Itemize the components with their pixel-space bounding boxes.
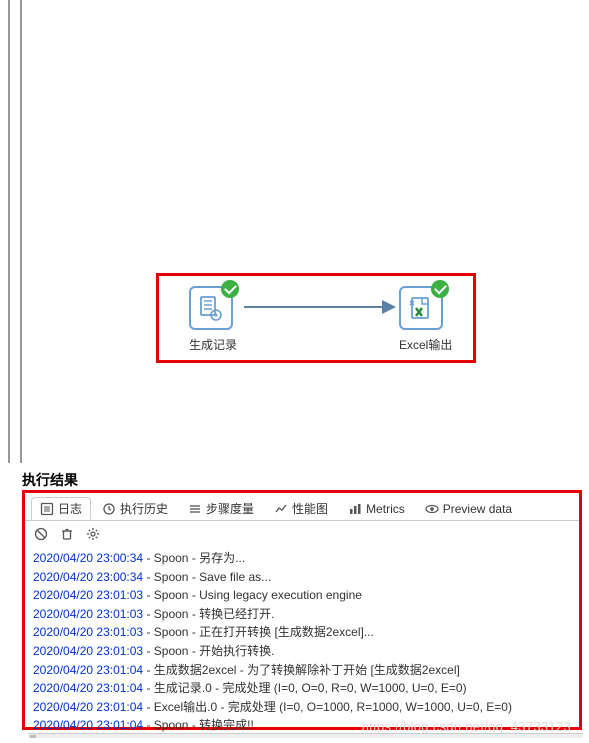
log-message: Excel输出.0 - 完成处理 (I=0, O=1000, R=1000, W… [154, 700, 512, 714]
settings-button[interactable] [85, 526, 101, 542]
log-timestamp: 2020/04/20 23:01:03 [33, 625, 143, 639]
clear-button[interactable] [59, 526, 75, 542]
eye-icon [425, 502, 439, 516]
log-message: 生成记录.0 - 完成处理 (I=0, O=0, R=0, W=1000, U=… [154, 681, 467, 695]
log-timestamp: 2020/04/20 23:01:04 [33, 718, 143, 732]
transformation-canvas[interactable]: 生成记录 Excel输出 [28, 0, 583, 463]
log-timestamp: 2020/04/20 23:01:04 [33, 700, 143, 714]
tab-label: 执行历史 [120, 500, 168, 517]
node-label: 生成记录 [189, 336, 237, 353]
log-timestamp: 2020/04/20 23:01:03 [33, 588, 143, 602]
tab-performance[interactable]: 性能图 [265, 497, 337, 520]
log-icon [40, 502, 54, 516]
tab-step-metrics[interactable]: 步骤度量 [179, 497, 263, 520]
log-timestamp: 2020/04/20 23:01:03 [33, 644, 143, 658]
node-generate-records[interactable]: 生成记录 [189, 286, 237, 353]
log-message: Spoon - 另存为... [154, 551, 245, 565]
tab-label: 步骤度量 [206, 500, 254, 517]
log-line: 2020/04/20 23:00:34 - Spoon - 另存为... [33, 549, 571, 568]
log-toolbar [25, 521, 579, 547]
results-tabs: 日志 执行历史 步骤度量 性能图 Metrics [25, 493, 579, 521]
list-icon [188, 502, 202, 516]
tab-label: 性能图 [292, 500, 328, 517]
chart-icon [274, 502, 288, 516]
log-line: 2020/04/20 23:01:03 - Spoon - 正在打开转换 [生成… [33, 623, 571, 642]
log-timestamp: 2020/04/20 23:01:04 [33, 663, 143, 677]
tab-preview-data[interactable]: Preview data [416, 499, 521, 519]
log-message: Spoon - 开始执行转换. [154, 644, 275, 658]
tab-label: Preview data [443, 502, 512, 516]
log-line: 2020/04/20 23:01:04 - Excel输出.0 - 完成处理 (… [33, 698, 571, 717]
flow-highlight-box: 生成记录 Excel输出 [156, 273, 476, 363]
watermark: https://blog.csdn.net/qq_43733123 [362, 719, 571, 734]
flow-arrow [244, 306, 394, 308]
execution-results-panel: 日志 执行历史 步骤度量 性能图 Metrics [22, 490, 582, 730]
tab-label: 日志 [58, 500, 82, 517]
node-label: Excel输出 [399, 336, 452, 353]
log-message: Spoon - Using legacy execution engine [154, 588, 362, 602]
excel-output-icon [408, 295, 434, 321]
log-line: 2020/04/20 23:01:04 - 生成记录.0 - 完成处理 (I=0… [33, 679, 571, 698]
log-line: 2020/04/20 23:01:03 - Spoon - 开始执行转换. [33, 642, 571, 661]
log-line: 2020/04/20 23:01:04 - 生成数据2excel - 为了转换解… [33, 661, 571, 680]
log-message: 生成数据2excel - 为了转换解除补丁开始 [生成数据2excel] [154, 663, 460, 677]
log-timestamp: 2020/04/20 23:01:04 [33, 681, 143, 695]
success-check-icon [221, 280, 239, 298]
tab-metrics[interactable]: Metrics [339, 499, 414, 519]
log-output[interactable]: 2020/04/20 23:00:34 - Spoon - 另存为...2020… [25, 547, 579, 743]
tab-history[interactable]: 执行历史 [93, 497, 177, 520]
tab-label: Metrics [366, 502, 405, 516]
log-timestamp: 2020/04/20 23:01:03 [33, 607, 143, 621]
success-check-icon [431, 280, 449, 298]
log-line: 2020/04/20 23:01:03 - Spoon - 转换已经打开. [33, 605, 571, 624]
log-line: 2020/04/20 23:01:03 - Spoon - Using lega… [33, 586, 571, 605]
node-excel-output[interactable]: Excel输出 [399, 286, 452, 353]
log-timestamp: 2020/04/20 23:00:34 [33, 551, 143, 565]
log-line: 2020/04/20 23:00:34 - Spoon - Save file … [33, 568, 571, 587]
tab-log[interactable]: 日志 [31, 497, 91, 520]
generate-records-icon [198, 295, 224, 321]
metrics-icon [348, 502, 362, 516]
results-section-title: 执行结果 [22, 470, 78, 490]
stop-button[interactable] [33, 526, 49, 542]
log-message: Spoon - Save file as... [154, 570, 271, 584]
horizontal-scrollbar[interactable] [28, 733, 583, 738]
history-icon [102, 502, 116, 516]
log-message: Spoon - 转换完成!! [154, 718, 254, 732]
log-message: Spoon - 转换已经打开. [154, 607, 275, 621]
log-message: Spoon - 正在打开转换 [生成数据2excel]... [154, 625, 374, 639]
log-timestamp: 2020/04/20 23:00:34 [33, 570, 143, 584]
